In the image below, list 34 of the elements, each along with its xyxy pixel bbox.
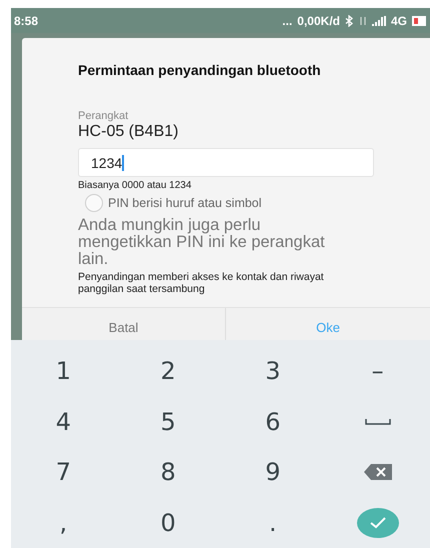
key[interactable]: , <box>11 498 116 548</box>
signal-icon <box>372 16 386 26</box>
radio-button[interactable] <box>85 194 103 212</box>
key[interactable]: . <box>220 498 326 548</box>
key[interactable]: 6 <box>220 396 326 447</box>
key[interactable]: 0 <box>116 498 220 548</box>
network-type: 4G <box>390 14 407 28</box>
more-indicator: ... <box>282 14 292 28</box>
key[interactable]: 7 <box>11 447 116 498</box>
privacy-text: Penyandingan memberi akses ke kontak dan riwayat panggilan saat tersambung <box>78 271 325 295</box>
device-label: Perangkat <box>78 110 130 122</box>
key[interactable]: 9 <box>220 447 326 498</box>
dialog-title: Permintaan penyandingan bluetooth <box>77 61 322 78</box>
device-name: HC-05 (B4B1) <box>78 123 180 141</box>
network-speed: 0,00K/d <box>297 14 340 28</box>
key[interactable]: 3 <box>220 346 326 396</box>
text-cursor <box>122 154 124 170</box>
key[interactable]: 2 <box>116 346 220 396</box>
clock-time: 8:58 <box>14 14 38 28</box>
hint-text: Biasanya 0000 atau 1234 <box>78 180 192 191</box>
option-label: PIN berisi huruf atau simbol <box>108 196 262 210</box>
bluetooth-icon <box>344 14 354 26</box>
key[interactable]: 1 <box>11 346 116 396</box>
backspace-icon <box>364 464 392 480</box>
battery-icon <box>412 16 426 26</box>
pin-field[interactable]: 1234 <box>78 148 374 177</box>
key[interactable]: 5 <box>116 396 220 447</box>
data-arrows-icon <box>358 16 367 26</box>
key[interactable]: – <box>325 346 430 396</box>
space-icon <box>364 418 391 425</box>
checkmark-icon <box>368 516 387 529</box>
note-text: Anda mungkin juga perlu mengetikkan PIN ini ke perangkat lain. <box>78 217 326 268</box>
key[interactable]: 8 <box>116 447 220 498</box>
key[interactable]: 4 <box>11 396 116 447</box>
